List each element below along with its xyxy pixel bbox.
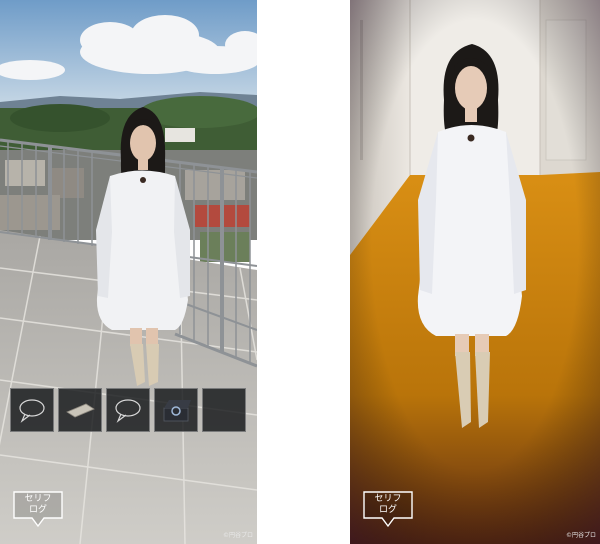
inventory-slot-5[interactable]	[202, 388, 246, 432]
copyright-text: ©円谷プロ	[565, 532, 596, 539]
dialogue-log-button[interactable]: セリフ ログ	[12, 490, 64, 530]
dialogue-log-label: セリフ ログ	[374, 494, 402, 515]
rooftop-scene	[0, 0, 257, 544]
ring-box-icon	[163, 400, 191, 422]
hallway-screen: セリフ ログ ©円谷プロ	[350, 0, 600, 544]
inventory-slot-4[interactable]	[154, 388, 198, 432]
speech-bubble-icon	[19, 399, 45, 423]
inventory-slot-3[interactable]	[106, 388, 150, 432]
speech-bubble-icon	[115, 399, 141, 423]
inventory-slot-1[interactable]	[10, 388, 54, 432]
hallway-scene	[350, 0, 600, 544]
rooftop-screen: セリフ ログ ©円谷プロ	[0, 0, 257, 544]
card-icon	[66, 403, 95, 418]
inventory-slot-2[interactable]	[58, 388, 102, 432]
dialogue-log-label: セリフ ログ	[24, 494, 52, 515]
dialogue-log-button[interactable]: セリフ ログ	[362, 490, 414, 530]
copyright-text: ©円谷プロ	[222, 532, 253, 539]
